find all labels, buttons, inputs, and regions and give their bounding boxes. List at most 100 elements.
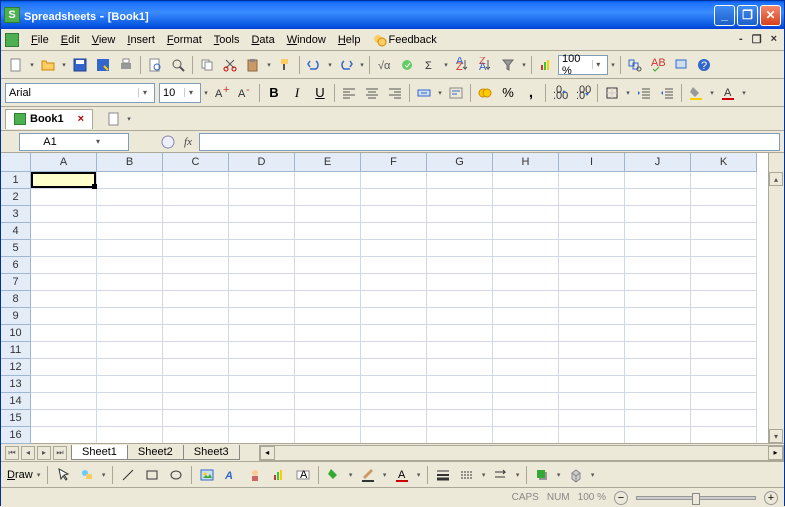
shadow-button[interactable] (531, 464, 553, 486)
prev-sheet-button[interactable]: ◂ (21, 446, 35, 460)
cell[interactable] (559, 342, 625, 359)
cell[interactable] (559, 172, 625, 189)
cell[interactable] (427, 376, 493, 393)
cell[interactable] (229, 376, 295, 393)
cell[interactable] (295, 342, 361, 359)
cell[interactable] (97, 223, 163, 240)
dropdown-icon[interactable]: ▾ (624, 89, 632, 97)
cell[interactable] (493, 291, 559, 308)
cell[interactable] (361, 308, 427, 325)
cell[interactable] (163, 291, 229, 308)
sort-asc-button[interactable]: AZ (451, 54, 473, 76)
cell[interactable] (559, 359, 625, 376)
cell[interactable] (625, 308, 691, 325)
align-left-button[interactable] (338, 82, 360, 104)
cell[interactable] (295, 206, 361, 223)
cell[interactable] (691, 376, 757, 393)
cell[interactable] (295, 257, 361, 274)
scroll-up-button[interactable]: ▴ (769, 172, 783, 186)
zoom-combo[interactable]: 100 %▾ (558, 55, 608, 75)
new-button[interactable] (5, 54, 27, 76)
dropdown-icon[interactable]: ▾ (442, 61, 450, 69)
cell[interactable] (493, 172, 559, 189)
dropdown-icon[interactable]: ▾ (520, 61, 528, 69)
cell[interactable] (427, 342, 493, 359)
print-preview-button[interactable] (144, 54, 166, 76)
help-button[interactable]: ? (693, 54, 715, 76)
increase-indent-button[interactable] (656, 82, 678, 104)
cell[interactable] (163, 427, 229, 443)
dropdown-icon[interactable]: ▾ (202, 89, 210, 97)
decrease-indent-button[interactable] (633, 82, 655, 104)
column-header[interactable]: G (427, 153, 493, 172)
cell[interactable] (295, 308, 361, 325)
cell[interactable] (97, 342, 163, 359)
object-button[interactable] (670, 54, 692, 76)
first-sheet-button[interactable]: ⏮ (5, 446, 19, 460)
dropdown-icon[interactable]: ▾ (740, 89, 748, 97)
cell[interactable] (31, 274, 97, 291)
cell[interactable] (493, 359, 559, 376)
save-button[interactable] (69, 54, 91, 76)
maximize-button[interactable]: ❐ (737, 5, 758, 26)
cell[interactable] (493, 427, 559, 443)
dropdown-icon[interactable]: ▾ (35, 471, 43, 479)
cell[interactable] (31, 223, 97, 240)
paste-button[interactable] (242, 54, 264, 76)
bold-button[interactable]: B (263, 82, 285, 104)
filter-button[interactable] (497, 54, 519, 76)
cell[interactable] (361, 359, 427, 376)
cell[interactable] (31, 308, 97, 325)
select-tool-button[interactable] (52, 464, 74, 486)
cell[interactable] (97, 393, 163, 410)
clipart-button[interactable] (244, 464, 266, 486)
line-tool-button[interactable] (117, 464, 139, 486)
cell[interactable] (625, 223, 691, 240)
cell[interactable] (559, 206, 625, 223)
cell[interactable] (427, 427, 493, 443)
cell[interactable] (229, 359, 295, 376)
cut-button[interactable] (219, 54, 241, 76)
cell[interactable] (559, 308, 625, 325)
zoom-out-button[interactable]: − (614, 491, 628, 505)
cell[interactable] (559, 427, 625, 443)
cell[interactable] (163, 342, 229, 359)
cell[interactable] (163, 240, 229, 257)
cell[interactable] (295, 325, 361, 342)
cell[interactable] (361, 410, 427, 427)
dropdown-icon[interactable]: ▾ (589, 471, 597, 479)
dropdown-icon[interactable]: ▾ (436, 89, 444, 97)
cell[interactable] (559, 376, 625, 393)
cell[interactable] (229, 325, 295, 342)
cell[interactable] (295, 376, 361, 393)
zoom-slider-thumb[interactable] (692, 493, 700, 505)
cell[interactable] (691, 172, 757, 189)
underline-button[interactable]: U (309, 82, 331, 104)
redo-button[interactable] (335, 54, 357, 76)
cell[interactable] (361, 342, 427, 359)
fill-shape-button[interactable] (323, 464, 345, 486)
cell[interactable] (691, 240, 757, 257)
close-tab-button[interactable]: × (78, 113, 84, 125)
chart-insert-button[interactable] (268, 464, 290, 486)
cell[interactable] (625, 410, 691, 427)
cell[interactable] (625, 274, 691, 291)
cell[interactable] (31, 427, 97, 443)
menu-data[interactable]: Data (245, 32, 280, 48)
cell[interactable] (163, 223, 229, 240)
cell[interactable] (559, 325, 625, 342)
italic-button[interactable]: I (286, 82, 308, 104)
menu-view[interactable]: View (86, 32, 122, 48)
cell[interactable] (559, 291, 625, 308)
row-header[interactable]: 1 (1, 172, 31, 189)
menu-file[interactable]: File (25, 32, 55, 48)
cell[interactable] (163, 189, 229, 206)
select-all-corner[interactable] (1, 153, 31, 172)
undo-button[interactable] (303, 54, 325, 76)
column-header[interactable]: J (625, 153, 691, 172)
name-box[interactable]: A1▾ (19, 133, 129, 151)
cell[interactable] (295, 359, 361, 376)
oval-tool-button[interactable] (165, 464, 187, 486)
textbox-button[interactable]: A (292, 464, 314, 486)
font-color-button[interactable]: A (717, 82, 739, 104)
